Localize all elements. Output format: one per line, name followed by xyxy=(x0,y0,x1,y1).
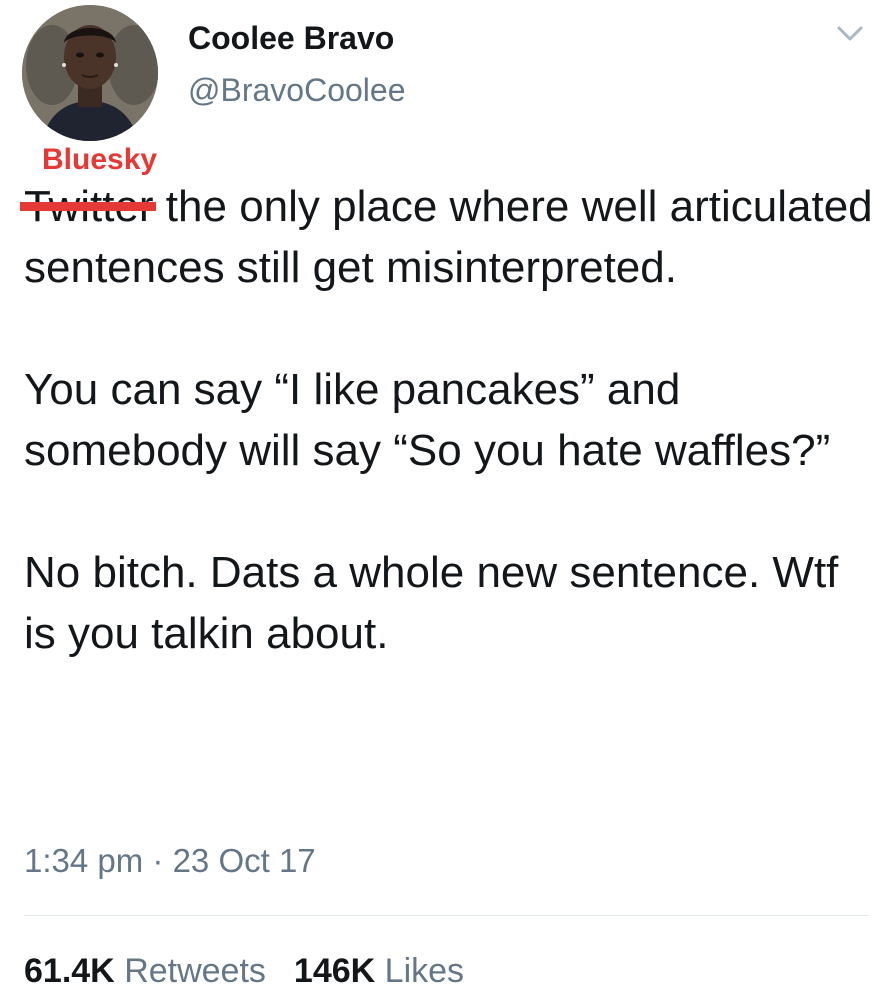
tweet-paragraph-2: You can say “I like pancakes” and somebo… xyxy=(24,365,831,475)
retweets-label: Retweets xyxy=(124,952,266,990)
likes-label: Likes xyxy=(384,952,465,990)
tweet-paragraph-3: No bitch. Dats a whole new sentence. Wtf… xyxy=(24,548,839,658)
retweets-stat[interactable]: 61.4K Retweets xyxy=(24,952,266,990)
tweet-timestamp[interactable]: 1:34 pm · 23 Oct 17 xyxy=(24,842,316,880)
display-name[interactable]: Coolee Bravo xyxy=(188,20,394,57)
retweets-count: 61.4K xyxy=(24,952,115,990)
tweet-text: Twitter the only place where well articu… xyxy=(20,176,874,664)
avatar[interactable] xyxy=(22,5,158,141)
chevron-down-icon[interactable] xyxy=(836,24,864,44)
engagement-stats: 61.4K Retweets 146K Likes xyxy=(24,952,464,991)
likes-count: 146K xyxy=(293,952,376,990)
divider xyxy=(24,915,868,916)
profile-photo xyxy=(22,5,158,141)
struck-out-word: Twitter xyxy=(20,176,156,237)
user-handle[interactable]: @BravoCoolee xyxy=(188,72,405,109)
likes-stat[interactable]: 146K Likes xyxy=(294,952,464,990)
tweet-card: Coolee Bravo @BravoCoolee Bluesky Twitte… xyxy=(0,0,892,1000)
tweet-paragraph-1: Twitter the only place where well articu… xyxy=(20,176,874,298)
annotation-label: Bluesky xyxy=(42,143,158,176)
